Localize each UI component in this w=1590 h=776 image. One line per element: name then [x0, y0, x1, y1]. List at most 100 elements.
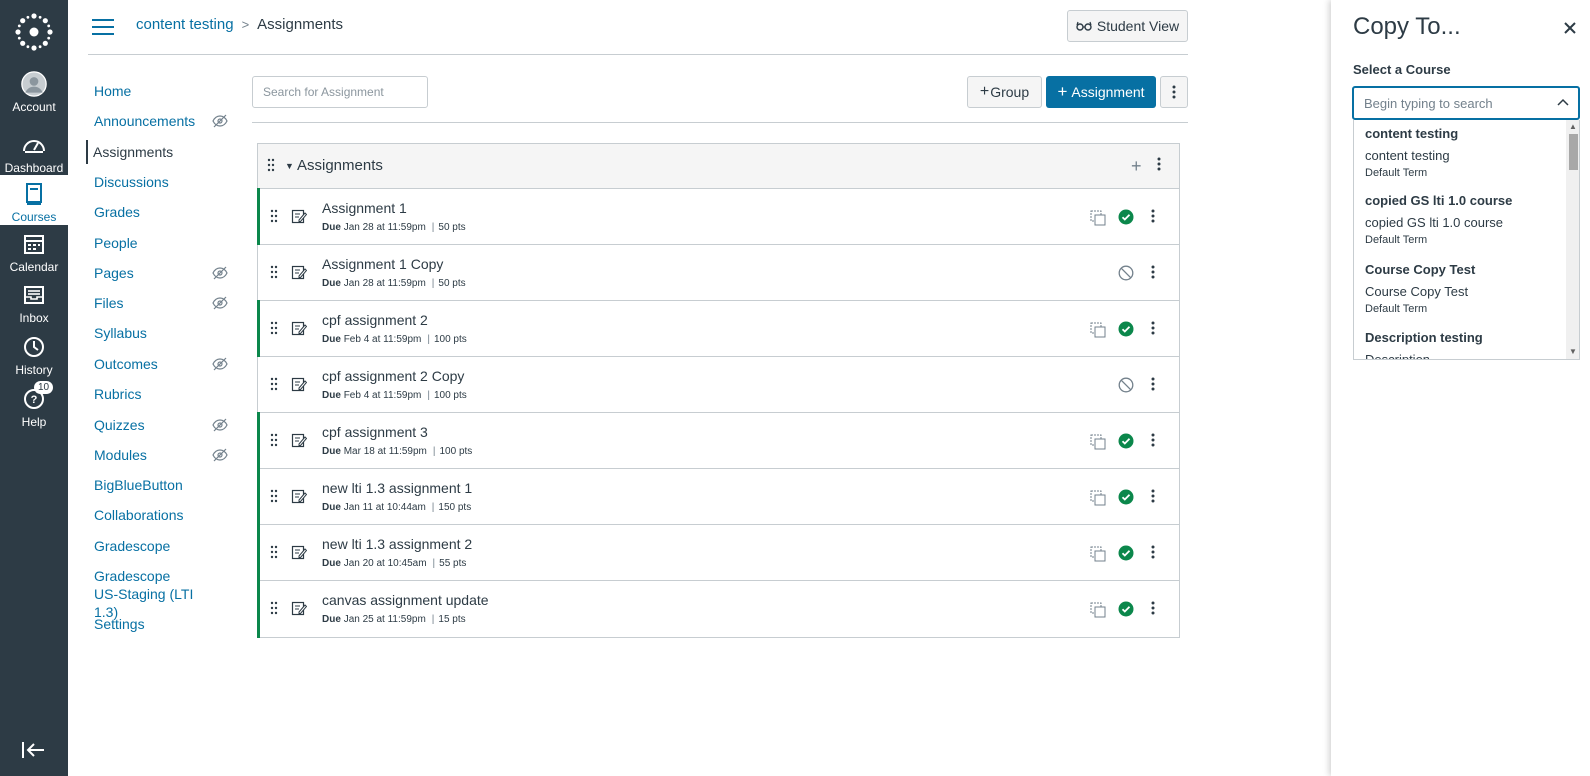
global-nav-courses[interactable]: Courses	[0, 175, 68, 225]
assignment-row[interactable]: cpf assignment 2 Due Feb 4 at 11:59pm | 100…	[257, 300, 1179, 357]
collapse-caret-icon[interactable]: ▼	[285, 161, 294, 171]
assignment-meta: Due Jan 28 at 11:59pm | 50 pts	[322, 278, 466, 289]
group-kebab-icon[interactable]	[1157, 157, 1161, 171]
course-nav-rubrics[interactable]: Rubrics	[88, 385, 228, 403]
drag-handle-icon[interactable]	[270, 209, 278, 226]
assignment-meta: Due Feb 4 at 11:59pm | 100 pts	[322, 390, 467, 401]
course-nav-bigbluebutton[interactable]: BigBlueButton	[88, 476, 228, 494]
assignment-kebab-icon[interactable]	[1151, 433, 1155, 450]
course-nav-home[interactable]: Home	[88, 82, 228, 100]
assignment-title-link[interactable]: cpf assignment 2 Copy	[322, 368, 464, 384]
course-option[interactable]: Course Copy Test Course Copy Test Defaul…	[1365, 262, 1565, 316]
meta-separator: |	[432, 446, 436, 457]
unpublished-icon[interactable]	[1118, 377, 1134, 396]
drag-handle-icon[interactable]	[270, 601, 278, 618]
global-nav-account[interactable]: Account	[0, 71, 68, 121]
course-search-input[interactable]	[1354, 88, 1544, 118]
assignment-title-link[interactable]: new lti 1.3 assignment 1	[322, 480, 472, 496]
course-nav-discussions[interactable]: Discussions	[88, 173, 228, 191]
course-search-combobox[interactable]	[1352, 86, 1580, 120]
assignment-kebab-icon[interactable]	[1151, 377, 1155, 394]
course-nav-settings[interactable]: Settings	[88, 615, 228, 633]
duplicate-icon[interactable]	[1090, 602, 1106, 621]
assignment-kebab-icon[interactable]	[1151, 265, 1155, 282]
assignment-row[interactable]: new lti 1.3 assignment 2 Due Jan 20 at 10…	[257, 524, 1179, 581]
duplicate-icon[interactable]	[1090, 210, 1106, 229]
add-to-group-icon[interactable]: +	[1131, 156, 1142, 177]
scroll-down-icon[interactable]: ▼	[1569, 347, 1577, 356]
drag-handle-icon[interactable]	[270, 377, 278, 394]
duplicate-icon[interactable]	[1090, 490, 1106, 509]
drag-handle-icon[interactable]	[270, 489, 278, 506]
chevron-up-icon[interactable]	[1557, 97, 1569, 109]
more-options-button[interactable]	[1160, 76, 1188, 108]
published-check-icon[interactable]	[1118, 209, 1134, 228]
published-check-icon[interactable]	[1118, 321, 1134, 340]
duplicate-icon[interactable]	[1090, 546, 1106, 565]
close-icon[interactable]	[1562, 20, 1578, 36]
course-nav-files[interactable]: Files	[88, 294, 228, 312]
course-option[interactable]: copied GS lti 1.0 course copied GS lti 1…	[1365, 193, 1565, 247]
add-assignment-button[interactable]: + Assignment	[1046, 76, 1156, 108]
options-scrollbar[interactable]: ▲ ▼	[1566, 120, 1579, 359]
course-nav-grades[interactable]: Grades	[88, 203, 228, 221]
assignment-kebab-icon[interactable]	[1151, 601, 1155, 618]
assignment-row[interactable]: cpf assignment 2 Copy Due Feb 4 at 11:59p…	[258, 357, 1179, 413]
drag-handle-icon[interactable]	[270, 265, 278, 282]
global-nav-history[interactable]: History	[0, 334, 68, 384]
assignment-title-link[interactable]: new lti 1.3 assignment 2	[322, 536, 472, 552]
scroll-up-icon[interactable]: ▲	[1569, 122, 1577, 131]
global-nav-calendar[interactable]: Calendar	[0, 231, 68, 281]
assignment-title-link[interactable]: canvas assignment update	[322, 592, 489, 608]
course-nav-outcomes[interactable]: Outcomes	[88, 355, 228, 373]
course-option[interactable]: content testing content testing Default …	[1365, 126, 1565, 180]
header-divider	[88, 54, 1188, 55]
add-group-button[interactable]: + Group	[967, 76, 1042, 108]
assignment-kebab-icon[interactable]	[1151, 321, 1155, 338]
assignment-title-link[interactable]: cpf assignment 2	[322, 312, 428, 328]
course-nav-gradescope[interactable]: Gradescope	[88, 537, 228, 555]
course-nav-people[interactable]: People	[88, 234, 228, 252]
canvas-logo-icon[interactable]	[14, 12, 54, 52]
student-view-button[interactable]: Student View	[1067, 10, 1188, 42]
course-nav-gradescope-staging[interactable]: Gradescope US-Staging (LTI 1.3)	[88, 567, 198, 621]
published-check-icon[interactable]	[1118, 545, 1134, 564]
course-nav-collaborations[interactable]: Collaborations	[88, 506, 228, 524]
drag-handle-icon[interactable]	[270, 321, 278, 338]
assignment-row[interactable]: cpf assignment 3 Due Mar 18 at 11:59pm | 10…	[257, 412, 1179, 469]
global-nav-help[interactable]: ? 10 Help	[0, 381, 68, 436]
hamburger-menu-icon[interactable]	[92, 18, 114, 36]
course-nav-syllabus[interactable]: Syllabus	[88, 324, 228, 342]
published-check-icon[interactable]	[1118, 489, 1134, 508]
assignment-group-header[interactable]: ▼ Assignments +	[258, 144, 1179, 189]
assignment-title-link[interactable]: Assignment 1	[322, 200, 407, 216]
assignment-row[interactable]: Assignment 1 Due Jan 28 at 11:59pm | 50 pts	[257, 188, 1179, 245]
assignment-row[interactable]: canvas assignment update Due Jan 25 at 11…	[257, 580, 1179, 638]
course-nav-pages[interactable]: Pages	[88, 264, 228, 282]
assignment-row[interactable]: new lti 1.3 assignment 1 Due Jan 11 at 10…	[257, 468, 1179, 525]
duplicate-icon[interactable]	[1090, 434, 1106, 453]
assignment-row[interactable]: Assignment 1 Copy Due Jan 28 at 11:59pm | 5…	[258, 245, 1179, 301]
course-nav-quizzes[interactable]: Quizzes	[88, 416, 228, 434]
course-nav-announcements[interactable]: Announcements	[88, 112, 228, 130]
breadcrumb-course-link[interactable]: content testing	[136, 16, 234, 33]
global-nav-inbox[interactable]: Inbox	[0, 282, 68, 332]
assignment-kebab-icon[interactable]	[1151, 209, 1155, 226]
course-option[interactable]: Description testing Description...	[1365, 330, 1565, 359]
course-nav-modules[interactable]: Modules	[88, 446, 228, 464]
drag-handle-icon[interactable]	[270, 545, 278, 562]
duplicate-icon[interactable]	[1090, 322, 1106, 341]
collapse-nav-icon[interactable]	[20, 740, 48, 760]
assignment-kebab-icon[interactable]	[1151, 489, 1155, 506]
assignment-title-link[interactable]: cpf assignment 3	[322, 424, 428, 440]
course-nav-assignments[interactable]: Assignments	[86, 140, 226, 164]
assignment-title-link[interactable]: Assignment 1 Copy	[322, 256, 443, 272]
published-check-icon[interactable]	[1118, 601, 1134, 620]
published-check-icon[interactable]	[1118, 433, 1134, 452]
assignment-kebab-icon[interactable]	[1151, 545, 1155, 562]
drag-handle-icon[interactable]	[267, 158, 275, 172]
scrollbar-thumb[interactable]	[1569, 134, 1578, 170]
unpublished-icon[interactable]	[1118, 265, 1134, 284]
search-assignment-input[interactable]	[252, 76, 428, 108]
drag-handle-icon[interactable]	[270, 433, 278, 450]
